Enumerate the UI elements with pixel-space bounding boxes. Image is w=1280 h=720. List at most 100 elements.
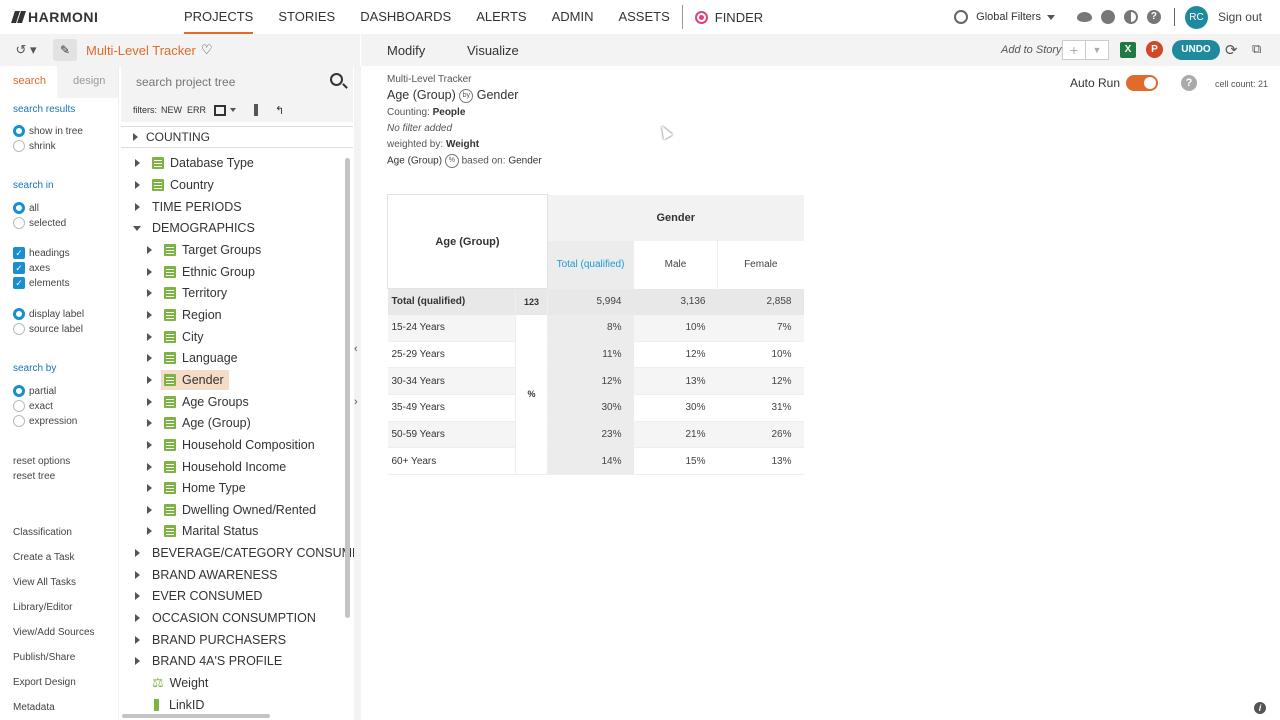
tree-node-age-groups[interactable]: Age Groups [147,392,249,412]
nav-stories[interactable]: STORIES [278,0,335,34]
excel-export-icon[interactable]: X [1120,42,1136,58]
tree-node-weight[interactable]: ⚖ Weight [152,673,208,693]
tree-node-occasion-consumption[interactable]: OCCASION CONSUMPTION [135,608,316,628]
column-header-total[interactable]: Total (qualified) [547,240,634,289]
sign-out-link[interactable]: Sign out [1218,10,1262,24]
option-partial[interactable]: partial [13,385,56,397]
tree-node-counting[interactable]: COUNTING [121,126,353,148]
expand-right-icon[interactable]: › [354,396,358,408]
help-icon[interactable]: ? [1146,10,1161,24]
tree-node-database-type[interactable]: Database Type [135,153,254,173]
option-all[interactable]: all [13,202,39,214]
harmoni-logo[interactable]: HARMONI [12,9,98,25]
tree-node-city[interactable]: City [147,327,204,347]
column-icon[interactable] [254,104,259,116]
brain-icon[interactable] [1100,10,1115,24]
panel-splitter[interactable] [354,66,361,720]
global-filters-dropdown[interactable]: Global Filters [976,11,1041,23]
row-label[interactable]: 50-59 Years [387,421,516,449]
column-header-male[interactable]: Male [633,240,718,289]
favorite-heart-icon[interactable]: ♡ [201,42,213,58]
row-label[interactable]: Total (qualified) [387,288,516,315]
link-export-design[interactable]: Export Design [13,677,76,688]
row-label[interactable]: 15-24 Years [387,314,516,342]
row-label[interactable]: 30-34 Years [387,367,516,396]
chevron-down-icon[interactable] [230,108,237,112]
tree-node-region[interactable]: Region [147,305,222,325]
checkbox-elements[interactable]: ✓ elements [13,277,70,289]
row-label[interactable]: 35-49 Years [387,394,516,422]
eye-icon[interactable] [1076,12,1092,22]
row-label[interactable]: 60+ Years [387,447,516,476]
refresh-icon[interactable]: ⟳ [1225,41,1238,59]
undo-button[interactable]: UNDO [1172,40,1220,60]
info-icon[interactable]: i [1254,702,1266,714]
tree-node-brand-purchasers[interactable]: BRAND PURCHASERS [135,630,286,650]
filter-err[interactable]: ERR [187,105,206,115]
nav-dashboards[interactable]: DASHBOARDS [360,0,451,34]
nav-finder[interactable]: FINDER [694,10,763,25]
row-variable-header[interactable]: Age (Group) [387,194,548,289]
option-display-label[interactable]: display label [13,308,84,320]
tree-node-beverage-category-consumer[interactable]: BEVERAGE/CATEGORY CONSUMER [135,543,369,563]
checkbox-axes[interactable]: ✓ axes [13,262,50,274]
tree-search-input[interactable] [136,75,326,89]
checkbox-headings[interactable]: ✓ headings [13,247,70,259]
tab-design[interactable]: design [73,75,105,87]
powerpoint-export-icon[interactable]: P [1146,41,1163,58]
popout-icon[interactable]: ⧉ [1252,41,1261,57]
nav-assets[interactable]: ASSETS [618,0,669,34]
avatar[interactable]: RC [1184,5,1208,29]
tree-horizontal-scrollbar[interactable] [122,714,270,718]
tree-view-icon[interactable] [214,104,227,116]
tree-node-brand-4as-profile[interactable]: BRAND 4A'S PROFILE [135,651,282,671]
link-publish-share[interactable]: Publish/Share [13,652,75,663]
tree-node-linkid[interactable]: LinkID [154,695,204,715]
tree-node-dwelling-owned-rented[interactable]: Dwelling Owned/Rented [147,500,316,520]
link-view-add-sources[interactable]: View/Add Sources [13,627,95,638]
tree-node-age-group[interactable]: Age (Group) [147,413,251,433]
collapse-left-icon[interactable]: ‹ [354,343,358,355]
tree-node-language[interactable]: Language [147,348,238,368]
tree-node-gender[interactable]: Gender [147,370,229,390]
tree-node-marital-status[interactable]: Marital Status [147,521,258,541]
sort-icon[interactable]: ↰ [275,104,284,117]
tree-node-target-groups[interactable]: Target Groups [147,240,261,260]
option-source-label[interactable]: source label [13,323,83,335]
link-view-all-tasks[interactable]: View All Tasks [13,577,76,588]
add-to-story-plus-icon[interactable]: + [1063,41,1085,59]
tree-node-territory[interactable]: Territory [147,283,227,303]
option-expression[interactable]: expression [13,415,77,427]
row-label[interactable]: 25-29 Years [387,341,516,369]
history-button[interactable]: ↺ ▾ [5,39,47,61]
link-metadata[interactable]: Metadata [13,702,55,713]
tree-node-country[interactable]: Country [135,175,214,195]
option-selected[interactable]: selected [13,217,66,229]
tree-node-household-income[interactable]: Household Income [147,457,286,477]
link-classification[interactable]: Classification [13,527,72,538]
tree-node-demographics[interactable]: DEMOGRAPHICS [133,218,255,238]
option-exact[interactable]: exact [13,400,53,412]
tree-node-ever-consumed[interactable]: EVER CONSUMED [135,586,262,606]
option-shrink[interactable]: shrink [13,140,56,152]
auto-run-toggle[interactable] [1126,75,1158,91]
link-library-editor[interactable]: Library/Editor [13,602,72,613]
tree-vertical-scrollbar[interactable] [345,158,350,618]
tree-node-ethnic-group[interactable]: Ethnic Group [147,262,255,282]
help-icon[interactable]: ? [1181,75,1197,91]
column-variable-header[interactable]: Gender [547,194,804,241]
reset-options-link[interactable]: reset options [13,456,70,467]
tree-node-household-composition[interactable]: Household Composition [147,435,315,455]
tree-node-brand-awareness[interactable]: BRAND AWARENESS [135,565,278,585]
nav-projects[interactable]: PROJECTS [184,0,254,34]
link-create-task[interactable]: Create a Task [13,552,75,563]
filter-new[interactable]: NEW [161,105,182,115]
tab-search[interactable]: search [13,75,46,87]
tree-node-time-periods[interactable]: TIME PERIODS [135,197,242,217]
add-to-story-chevron-down-icon[interactable]: ▼ [1085,41,1108,59]
tab-modify[interactable]: Modify [387,43,425,58]
column-header-female[interactable]: Female [717,240,804,289]
option-show-in-tree[interactable]: show in tree [13,125,83,137]
contrast-icon[interactable] [1123,10,1138,24]
nav-admin[interactable]: ADMIN [552,0,594,34]
